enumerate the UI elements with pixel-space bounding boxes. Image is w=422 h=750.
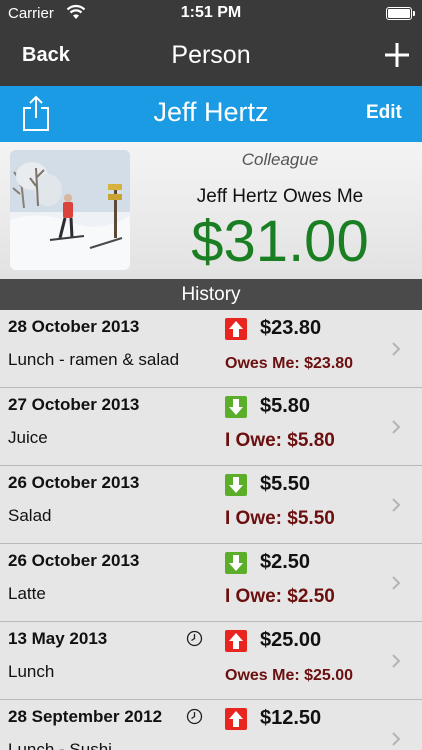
history-row[interactable]: 26 October 2013 Latte $2.50 I Owe: $2.50 xyxy=(0,544,422,622)
status-bar: Carrier 1:51 PM xyxy=(0,0,422,28)
arrow-down-icon xyxy=(225,396,247,418)
row-amount: $25.00 xyxy=(260,629,322,651)
row-balance: I Owe: $5.80 xyxy=(225,430,335,451)
row-amount: $2.50 xyxy=(260,551,311,573)
clock-icon xyxy=(186,630,203,647)
history-header: History xyxy=(0,279,422,310)
row-date: 27 October 2013 xyxy=(8,395,140,414)
history-row[interactable]: 26 October 2013 Salad $5.50 I Owe: $5.50 xyxy=(0,466,422,544)
row-balance: I Owe: $2.50 xyxy=(225,586,335,607)
battery-icon xyxy=(386,7,415,20)
add-icon[interactable] xyxy=(382,40,412,70)
arrow-up-icon xyxy=(225,708,247,730)
row-amount: $23.80 xyxy=(260,317,322,339)
row-amount: $5.50 xyxy=(260,473,311,495)
row-description: Juice xyxy=(8,428,48,447)
row-amount: $12.50 xyxy=(260,707,322,729)
photo-image xyxy=(10,150,130,270)
history-row[interactable]: 27 October 2013 Juice $5.80 I Owe: $5.80 xyxy=(0,388,422,466)
row-description: Lunch xyxy=(8,662,55,681)
chevron-right-icon xyxy=(392,732,401,746)
row-date: 28 September 2012 xyxy=(8,707,163,726)
person-name: Jeff Hertz xyxy=(153,97,269,127)
arrow-up-icon xyxy=(225,630,247,652)
chevron-right-icon xyxy=(392,498,401,512)
arrow-down-icon xyxy=(225,474,247,496)
row-balance: Owes Me: $25.00 xyxy=(225,667,354,684)
chevron-right-icon xyxy=(392,342,401,356)
row-date: 26 October 2013 xyxy=(8,473,140,492)
row-date: 26 October 2013 xyxy=(8,551,140,570)
navigation-bar: Back Person xyxy=(0,28,422,86)
row-description: Salad xyxy=(8,506,52,525)
history-row[interactable]: 28 September 2012 Lunch - Sushi $12.50 xyxy=(0,700,422,750)
chevron-right-icon xyxy=(392,420,401,434)
arrow-down-icon xyxy=(225,552,247,574)
chevron-right-icon xyxy=(392,576,401,590)
clock-icon xyxy=(186,708,203,725)
row-balance: I Owe: $5.50 xyxy=(225,508,335,529)
person-photo[interactable] xyxy=(10,150,130,270)
relation-label: Colleague xyxy=(241,150,319,169)
row-description: Lunch - Sushi xyxy=(8,740,112,750)
history-row[interactable]: 13 May 2013 Lunch $25.00 Owes Me: $25.00 xyxy=(0,622,422,700)
history-row[interactable]: 28 October 2013 Lunch - ramen & salad $23.… xyxy=(0,310,422,388)
arrow-up-icon xyxy=(225,318,247,340)
edit-button[interactable]: Edit xyxy=(366,102,402,124)
row-date: 13 May 2013 xyxy=(8,629,108,648)
chevron-right-icon xyxy=(392,654,401,668)
row-description: Latte xyxy=(8,584,46,603)
row-amount: $5.80 xyxy=(260,395,311,417)
page-title: Person xyxy=(171,41,251,69)
balance-summary: Colleague Jeff Hertz Owes Me $31.00 xyxy=(0,142,422,279)
clock-time: 1:51 PM xyxy=(180,4,242,21)
row-balance: Owes Me: $23.80 xyxy=(225,355,354,372)
person-header: Jeff Hertz Edit xyxy=(0,86,422,142)
owes-label: Jeff Hertz Owes Me xyxy=(196,186,364,207)
balance-amount: $31.00 xyxy=(191,209,369,274)
row-date: 28 October 2013 xyxy=(8,317,140,336)
row-description: Lunch - ramen & salad xyxy=(8,350,180,369)
